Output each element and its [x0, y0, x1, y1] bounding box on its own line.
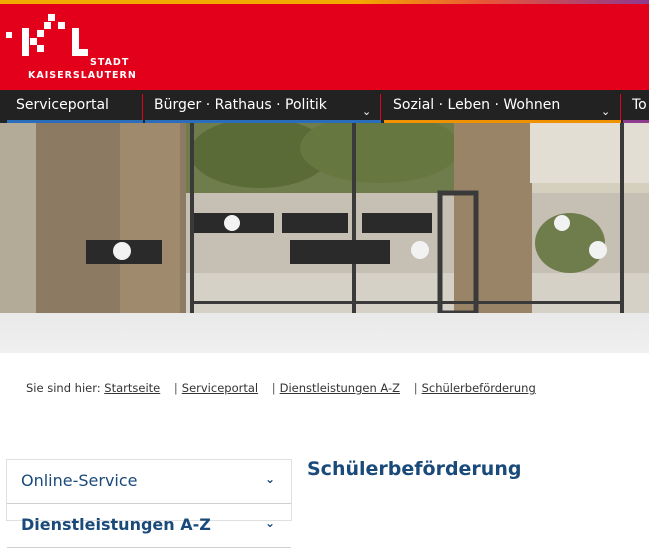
chevron-down-icon[interactable]: ⌄ — [265, 516, 275, 530]
nav-label: Bürger · Rathaus · Politik — [154, 97, 327, 113]
logo-pixel — [6, 32, 12, 38]
nav-item-tourismus[interactable]: To — [623, 90, 649, 123]
page-title: Schülerbeförderung — [307, 458, 522, 480]
nav-label: Sozial · Leben · Wohnen — [393, 97, 561, 113]
sidebar-item-dienstleistungen[interactable]: Dienstleistungen A-Z ⌄ — [7, 504, 291, 548]
nav-divider — [380, 94, 381, 120]
logo-pixel — [58, 22, 65, 29]
breadcrumb-link-schuelerbefoerderung[interactable]: Schülerbeförderung — [422, 381, 536, 395]
logo-pixel — [30, 38, 37, 45]
breadcrumb-link-startseite[interactable]: Startseite — [104, 381, 160, 395]
sidebar-item-label: Online-Service — [21, 471, 138, 490]
main-navigation: Serviceportal Bürger · Rathaus · Politik… — [0, 90, 649, 123]
logo-stadt: STADT — [90, 57, 130, 68]
sidebar-item-online-service[interactable]: Online-Service ⌄ — [7, 460, 291, 504]
nav-divider — [142, 94, 143, 120]
breadcrumb-separator: | — [271, 381, 276, 395]
breadcrumb-link-dienstleistungen[interactable]: Dienstleistungen A-Z — [280, 381, 400, 395]
site-header: STADT KAISERSLAUTERN — [0, 4, 649, 90]
breadcrumb-prefix: Sie sind hier: — [26, 381, 101, 395]
nav-item-sozial-leben-wohnen[interactable]: Sozial · Leben · Wohnen ⌄ — [384, 90, 621, 123]
nav-label: To — [632, 97, 647, 113]
nav-item-serviceportal[interactable]: Serviceportal — [7, 90, 143, 123]
city-logo[interactable]: STADT KAISERSLAUTERN — [6, 14, 146, 86]
hero-image — [0, 123, 649, 353]
nav-item-buerger-rathaus-politik[interactable]: Bürger · Rathaus · Politik ⌄ — [145, 90, 381, 123]
breadcrumb: Sie sind hier: Startseite | Serviceportal… — [26, 381, 536, 395]
logo-city-name: KAISERSLAUTERN — [28, 70, 137, 81]
logo-pixel — [22, 28, 29, 56]
logo-pixel — [79, 49, 88, 56]
sidebar: Online-Service ⌄ Dienstleistungen A-Z ⌄ — [6, 459, 292, 548]
logo-pixel — [48, 14, 55, 21]
sidebar-item-label: Dienstleistungen A-Z — [21, 515, 211, 534]
logo-pixel — [44, 22, 51, 29]
hero-fade — [0, 313, 649, 353]
breadcrumb-link-serviceportal[interactable]: Serviceportal — [182, 381, 258, 395]
breadcrumb-separator: | — [413, 381, 418, 395]
logo-pixel — [37, 45, 44, 52]
nav-label: Serviceportal — [16, 97, 109, 113]
logo-pixel — [72, 28, 79, 56]
chevron-down-icon[interactable]: ⌄ — [265, 472, 275, 486]
breadcrumb-separator: | — [173, 381, 178, 395]
nav-divider — [620, 94, 621, 120]
logo-pixel — [37, 30, 44, 37]
